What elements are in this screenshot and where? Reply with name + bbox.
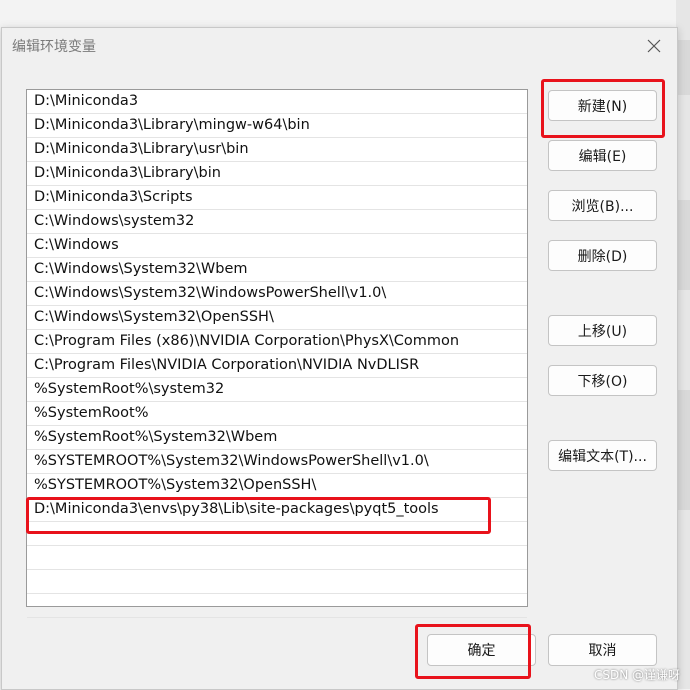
- path-entry[interactable]: D:\Miniconda3\Scripts: [27, 186, 527, 210]
- csdn-watermark: CSDN @谨谦呀: [593, 668, 680, 682]
- path-entry[interactable]: %SystemRoot%\System32\Wbem: [27, 426, 527, 450]
- path-entry[interactable]: D:\Miniconda3\envs\py38\Lib\site-package…: [27, 498, 527, 522]
- new-button[interactable]: 新建(N): [548, 90, 657, 121]
- edit-button[interactable]: 编辑(E): [548, 140, 657, 171]
- background-window-edge: [676, 0, 690, 689]
- delete-button[interactable]: 删除(D): [548, 240, 657, 271]
- path-entry[interactable]: [27, 546, 527, 570]
- dialog-title: 编辑环境变量: [12, 39, 96, 55]
- path-entry[interactable]: C:\Windows: [27, 234, 527, 258]
- path-entry[interactable]: %SYSTEMROOT%\System32\OpenSSH\: [27, 474, 527, 498]
- path-entry[interactable]: [27, 594, 527, 618]
- title-bar: 编辑环境变量: [2, 28, 677, 64]
- close-icon: [647, 39, 661, 53]
- browse-button[interactable]: 浏览(B)...: [548, 190, 657, 221]
- path-entry[interactable]: %SystemRoot%: [27, 402, 527, 426]
- path-entry[interactable]: [27, 570, 527, 594]
- close-button[interactable]: [641, 34, 667, 58]
- path-list[interactable]: D:\Miniconda3 D:\Miniconda3\Library\mingw…: [26, 89, 528, 618]
- path-entry[interactable]: C:\Windows\system32: [27, 210, 527, 234]
- path-entry[interactable]: C:\Program Files (x86)\NVIDIA Corporatio…: [27, 330, 527, 354]
- path-entry[interactable]: C:\Windows\System32\WindowsPowerShell\v1…: [27, 282, 527, 306]
- path-entry[interactable]: C:\Program Files\NVIDIA Corporation\NVID…: [27, 354, 527, 378]
- edit-text-button[interactable]: 编辑文本(T)...: [548, 440, 657, 471]
- path-entry[interactable]: D:\Miniconda3\Library\usr\bin: [27, 138, 527, 162]
- path-entry[interactable]: D:\Miniconda3: [27, 90, 527, 114]
- move-up-button[interactable]: 上移(U): [548, 315, 657, 346]
- path-entry[interactable]: D:\Miniconda3\Library\bin: [27, 162, 527, 186]
- path-entry[interactable]: [27, 522, 527, 546]
- path-entry[interactable]: D:\Miniconda3\Library\mingw-w64\bin: [27, 114, 527, 138]
- ok-button[interactable]: 确定: [427, 634, 536, 666]
- path-entry[interactable]: C:\Windows\System32\Wbem: [27, 258, 527, 282]
- path-entry[interactable]: C:\Windows\System32\OpenSSH\: [27, 306, 527, 330]
- path-entry[interactable]: %SYSTEMROOT%\System32\WindowsPowerShell\…: [27, 450, 527, 474]
- cancel-button[interactable]: 取消: [548, 634, 657, 666]
- path-entry[interactable]: %SystemRoot%\system32: [27, 378, 527, 402]
- edit-environment-variable-dialog: 编辑环境变量 D:\Miniconda3 D:\Miniconda3\Librar…: [1, 27, 678, 690]
- move-down-button[interactable]: 下移(O): [548, 365, 657, 396]
